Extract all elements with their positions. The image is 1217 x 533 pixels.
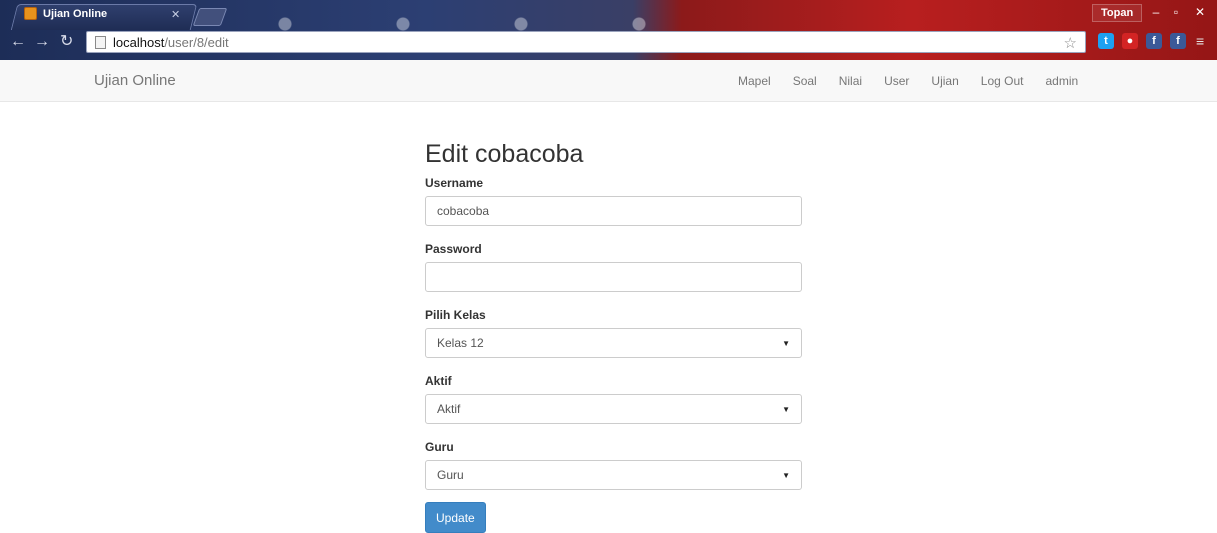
reload-icon[interactable]: ↻	[60, 34, 73, 50]
favicon-icon	[24, 7, 37, 20]
tab-title: Ujian Online	[43, 7, 108, 20]
window-profile-name[interactable]: Topan	[1092, 4, 1143, 22]
twitter-extension-icon[interactable]: t	[1098, 33, 1114, 49]
nav-link-logout[interactable]: Log Out	[970, 60, 1035, 102]
update-button[interactable]: Update	[425, 502, 486, 533]
navbar: Ujian Online Mapel Soal Nilai User Ujian…	[0, 60, 1217, 102]
dropdown-caret-icon: ▼	[782, 338, 790, 348]
username-value: cobacoba	[437, 204, 490, 218]
page-icon	[95, 35, 106, 49]
close-window-button[interactable]: ✕	[1188, 3, 1212, 21]
nav-link-soal[interactable]: Soal	[782, 60, 828, 102]
password-input[interactable]	[425, 262, 802, 292]
aktif-selected: Aktif	[437, 402, 461, 416]
nav-link-nilai[interactable]: Nilai	[828, 60, 873, 102]
dropdown-caret-icon: ▼	[782, 470, 790, 480]
kelas-select[interactable]: Kelas 12 ▼	[425, 328, 802, 358]
forward-arrow-icon[interactable]: →	[34, 34, 50, 50]
url-host: localhost	[113, 34, 165, 50]
nav-links: Mapel Soal Nilai User Ujian Log Out admi…	[727, 60, 1089, 102]
guru-selected: Guru	[437, 468, 464, 482]
guru-label: Guru	[425, 440, 454, 454]
password-label: Password	[425, 242, 482, 256]
aktif-label: Aktif	[425, 374, 452, 388]
browser-chrome: Ujian Online ✕ Topan – ▫ ✕ ← → ↻ localho…	[0, 0, 1217, 60]
adblock-extension-icon[interactable]: ●	[1122, 33, 1138, 49]
page-title: Edit cobacoba	[425, 140, 584, 168]
edit-user-form: Edit cobacoba Username cobacoba Password…	[425, 140, 802, 533]
facebook-extension-icon-2[interactable]: f	[1170, 33, 1186, 49]
username-label: Username	[425, 176, 484, 190]
nav-link-user[interactable]: User	[873, 60, 920, 102]
nav-link-admin[interactable]: admin	[1034, 60, 1089, 102]
username-input[interactable]: cobacoba	[425, 196, 802, 226]
bookmark-star-icon[interactable]: ☆	[1064, 34, 1077, 52]
restore-button[interactable]: ▫	[1164, 3, 1188, 21]
guru-select[interactable]: Guru ▼	[425, 460, 802, 490]
kelas-label: Pilih Kelas	[425, 308, 486, 322]
kelas-selected: Kelas 12	[437, 336, 484, 350]
tab-close-icon[interactable]: ✕	[171, 8, 180, 21]
nav-link-mapel[interactable]: Mapel	[727, 60, 782, 102]
facebook-extension-icon[interactable]: f	[1146, 33, 1162, 49]
browser-menu-icon[interactable]: ≡	[1196, 33, 1204, 49]
back-arrow-icon[interactable]: ←	[10, 34, 26, 50]
navbar-brand[interactable]: Ujian Online	[94, 72, 176, 89]
url-path: /user/8/edit	[164, 34, 229, 50]
aktif-select[interactable]: Aktif ▼	[425, 394, 802, 424]
browser-tab-content[interactable]: Ujian Online	[24, 7, 107, 20]
dropdown-caret-icon: ▼	[782, 404, 790, 414]
address-bar[interactable]: localhost /user/8/edit ☆	[86, 31, 1086, 53]
nav-link-ujian[interactable]: Ujian	[920, 60, 969, 102]
new-tab-button[interactable]	[192, 8, 228, 26]
